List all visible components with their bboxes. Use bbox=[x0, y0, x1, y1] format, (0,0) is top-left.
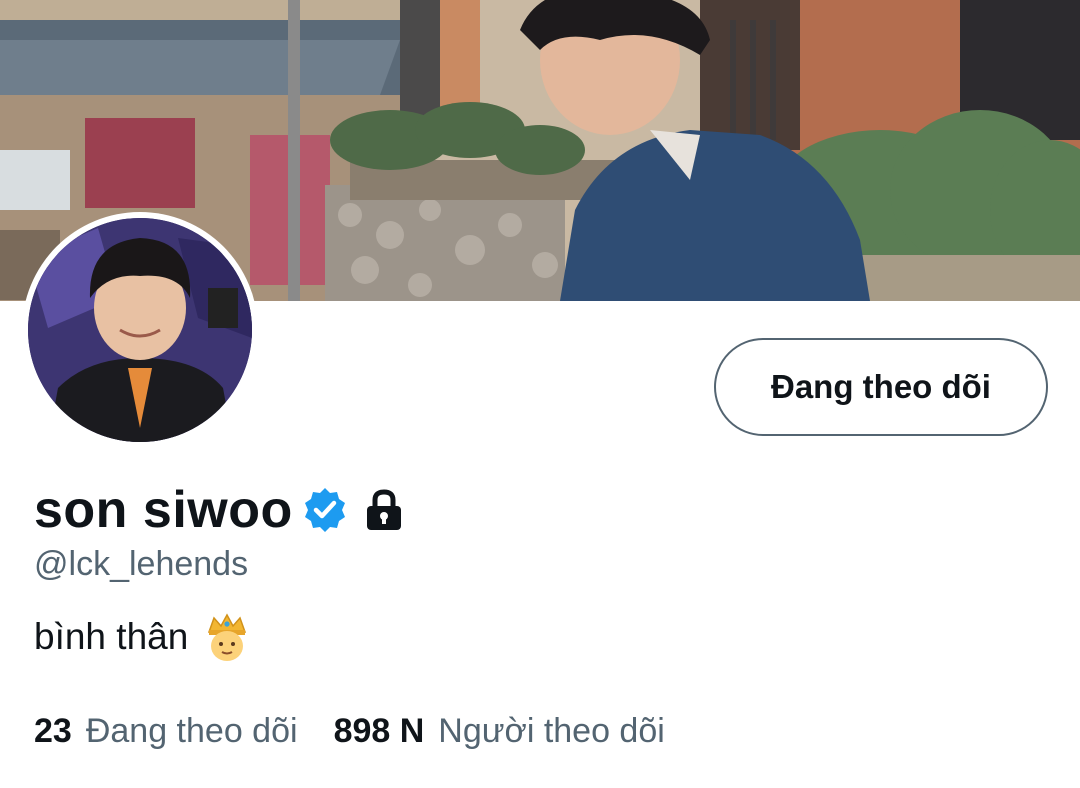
crowned-person-emoji-icon bbox=[204, 612, 250, 662]
following-stat-link[interactable]: 23 Đang theo dõi bbox=[34, 712, 298, 751]
verified-badge-icon[interactable] bbox=[301, 486, 349, 534]
following-button[interactable]: Đang theo dõi bbox=[714, 338, 1048, 436]
avatar-photo bbox=[28, 218, 252, 442]
display-name-row: son siwoo bbox=[34, 478, 407, 542]
followers-stat-link[interactable]: 898 N Người theo dõi bbox=[334, 712, 665, 751]
following-button-label: Đang theo dõi bbox=[771, 368, 991, 405]
display-name: son siwoo bbox=[34, 481, 293, 539]
followers-label: Người theo dõi bbox=[438, 712, 665, 750]
profile-page: Đang theo dõi son siwoo @lck_lehends bìn… bbox=[0, 0, 1080, 788]
lock-icon bbox=[361, 487, 407, 533]
bio-text: bình thân bbox=[34, 616, 189, 657]
following-label: Đang theo dõi bbox=[85, 712, 298, 750]
profile-bio: bình thân bbox=[34, 612, 250, 662]
user-handle: @lck_lehends bbox=[34, 545, 249, 583]
following-count: 23 bbox=[34, 712, 72, 750]
profile-avatar[interactable] bbox=[22, 212, 258, 448]
followers-count: 898 N bbox=[333, 712, 425, 750]
follow-stats: 23 Đang theo dõi 898 N Người theo dõi bbox=[34, 712, 665, 751]
